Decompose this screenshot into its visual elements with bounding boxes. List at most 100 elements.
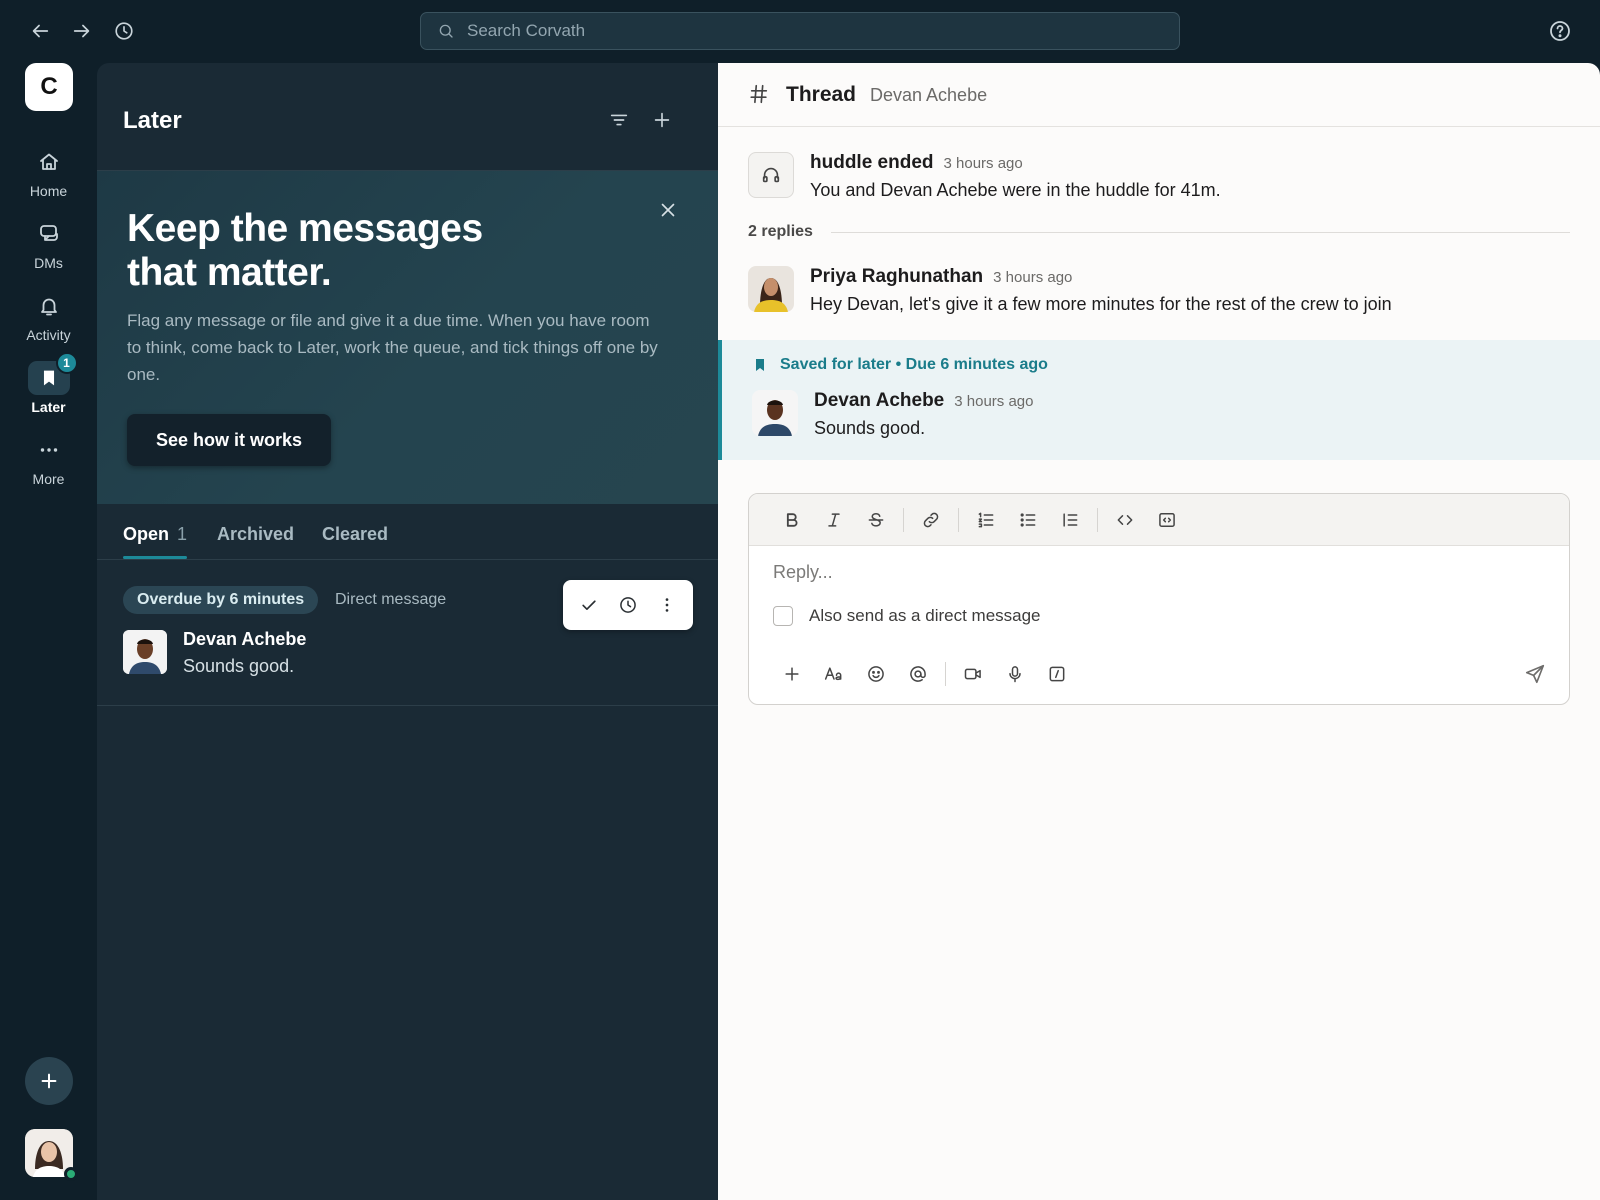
rail-item-dms[interactable]: DMs xyxy=(0,217,97,271)
help-icon[interactable] xyxy=(1548,19,1574,45)
rail-label-more: More xyxy=(32,471,65,487)
composer-actions xyxy=(771,658,1551,690)
later-promo-banner: Keep the messages that matter. Flag any … xyxy=(97,171,718,504)
avatar xyxy=(752,390,798,436)
reply-input[interactable] xyxy=(773,562,1533,583)
later-tabs: Open 1 Archived Cleared xyxy=(97,504,718,560)
search-input[interactable] xyxy=(467,21,1147,41)
microphone-icon[interactable] xyxy=(994,658,1036,690)
rail-item-more[interactable]: More xyxy=(0,433,97,487)
attach-plus-icon[interactable] xyxy=(771,658,813,690)
thread-subtitle: Devan Achebe xyxy=(870,85,988,105)
bell-icon xyxy=(28,289,70,323)
message-text: Hey Devan, let's give it a few more minu… xyxy=(810,294,1392,314)
left-rail: C Home DMs Activity 1 Later More xyxy=(0,63,97,1200)
saved-for-later-label: Saved for later • Due 6 minutes ago xyxy=(752,356,1048,374)
reminder-clock-icon[interactable] xyxy=(615,592,641,618)
list-item[interactable]: Overdue by 6 minutes Direct message Deva… xyxy=(97,560,718,706)
message-time: 3 hours ago xyxy=(993,269,1073,286)
top-bar xyxy=(0,0,1600,63)
close-icon[interactable] xyxy=(657,199,681,223)
more-vertical-icon[interactable] xyxy=(654,592,680,618)
message-priya[interactable]: Priya Raghunathan 3 hours ago Hey Devan, … xyxy=(748,266,1570,322)
bullet-list-icon[interactable] xyxy=(1007,504,1049,536)
more-icon xyxy=(28,433,70,467)
huddle-text: You and Devan Achebe were in the huddle … xyxy=(810,180,1221,200)
rail-label-activity: Activity xyxy=(26,327,71,343)
code-icon[interactable] xyxy=(1104,504,1146,536)
bookmark-icon xyxy=(752,357,780,373)
message-sender: Priya Raghunathan 3 hours ago xyxy=(810,266,1072,288)
promo-heading: Keep the messages that matter. xyxy=(127,207,483,294)
huddle-time: 3 hours ago xyxy=(943,155,1023,172)
huddle-message[interactable]: huddle ended 3 hours ago You and Devan Ac… xyxy=(748,152,1570,208)
bold-icon[interactable] xyxy=(771,504,813,536)
slash-command-icon[interactable] xyxy=(1036,658,1078,690)
divider xyxy=(830,231,1570,233)
filter-icon[interactable] xyxy=(606,107,632,133)
add-later-icon[interactable] xyxy=(649,107,675,133)
tab-archived[interactable]: Archived xyxy=(217,524,294,545)
rail-item-later[interactable]: 1 Later xyxy=(0,352,97,415)
see-how-it-works-button[interactable]: See how it works xyxy=(127,414,331,466)
thread-icon xyxy=(748,83,772,107)
rail-label-later: Later xyxy=(31,399,66,415)
blockquote-icon[interactable] xyxy=(1049,504,1091,536)
item-sender-name: Devan Achebe xyxy=(183,629,307,649)
formatting-toolbar xyxy=(749,494,1569,546)
huddle-title: huddle ended 3 hours ago xyxy=(810,152,1023,174)
tab-open-label: Open xyxy=(123,524,170,544)
dms-icon xyxy=(28,217,70,251)
replies-count: 2 replies xyxy=(748,223,813,240)
mark-complete-icon[interactable] xyxy=(576,592,602,618)
bookmark-icon: 1 xyxy=(27,352,78,395)
strikethrough-icon[interactable] xyxy=(855,504,897,536)
workspace-switcher[interactable]: C xyxy=(25,63,73,111)
tab-open[interactable]: Open 1 xyxy=(123,524,187,545)
page-title: Later xyxy=(123,107,182,134)
saved-message[interactable]: Saved for later • Due 6 minutes ago Deva… xyxy=(718,340,1600,460)
link-icon[interactable] xyxy=(910,504,952,536)
rail-item-activity[interactable]: Activity xyxy=(0,289,97,343)
avatar xyxy=(748,266,794,312)
message-devan[interactable]: Devan Achebe 3 hours ago Sounds good. xyxy=(752,390,1574,446)
text-format-icon[interactable] xyxy=(813,658,855,690)
emoji-icon[interactable] xyxy=(855,658,897,690)
search-bar[interactable] xyxy=(420,12,1180,50)
checkbox[interactable] xyxy=(773,606,793,626)
code-block-icon[interactable] xyxy=(1146,504,1188,536)
numbered-list-icon[interactable] xyxy=(965,504,1007,536)
mention-icon[interactable] xyxy=(897,658,939,690)
rail-item-home[interactable]: Home xyxy=(0,145,97,199)
message-text: Sounds good. xyxy=(814,418,926,438)
toolbar-divider xyxy=(958,507,959,532)
toolbar-divider xyxy=(1097,507,1098,532)
italic-icon[interactable] xyxy=(813,504,855,536)
thread-title: Thread xyxy=(786,83,857,106)
item-kind: Direct message xyxy=(335,591,447,608)
reply-composer: Also send as a direct message xyxy=(748,493,1570,705)
forward-arrow-icon[interactable] xyxy=(69,18,95,44)
tab-open-count: 1 xyxy=(177,524,188,544)
plus-icon xyxy=(38,1070,60,1092)
history-clock-icon[interactable] xyxy=(111,18,137,44)
send-icon[interactable] xyxy=(1519,658,1551,690)
item-message-text: Sounds good. xyxy=(183,656,295,676)
presence-indicator xyxy=(64,1167,78,1181)
user-avatar[interactable] xyxy=(25,1129,78,1181)
also-send-dm-label: Also send as a direct message xyxy=(809,606,1041,625)
toolbar-divider xyxy=(903,507,904,532)
active-tab-indicator xyxy=(123,556,187,559)
tab-cleared[interactable]: Cleared xyxy=(322,524,388,545)
rail-label-home: Home xyxy=(29,183,68,199)
back-arrow-icon[interactable] xyxy=(27,18,53,44)
video-icon[interactable] xyxy=(952,658,994,690)
message-time: 3 hours ago xyxy=(954,393,1034,410)
replies-divider: 2 replies xyxy=(748,223,1570,241)
thread-header: Thread Devan Achebe xyxy=(718,63,1600,127)
search-icon xyxy=(437,22,455,40)
create-button[interactable] xyxy=(25,1057,73,1105)
also-send-dm-checkbox[interactable]: Also send as a direct message xyxy=(773,606,1041,626)
saved-label-text: Saved for later • Due 6 minutes ago xyxy=(780,356,1048,373)
avatar xyxy=(123,630,167,674)
